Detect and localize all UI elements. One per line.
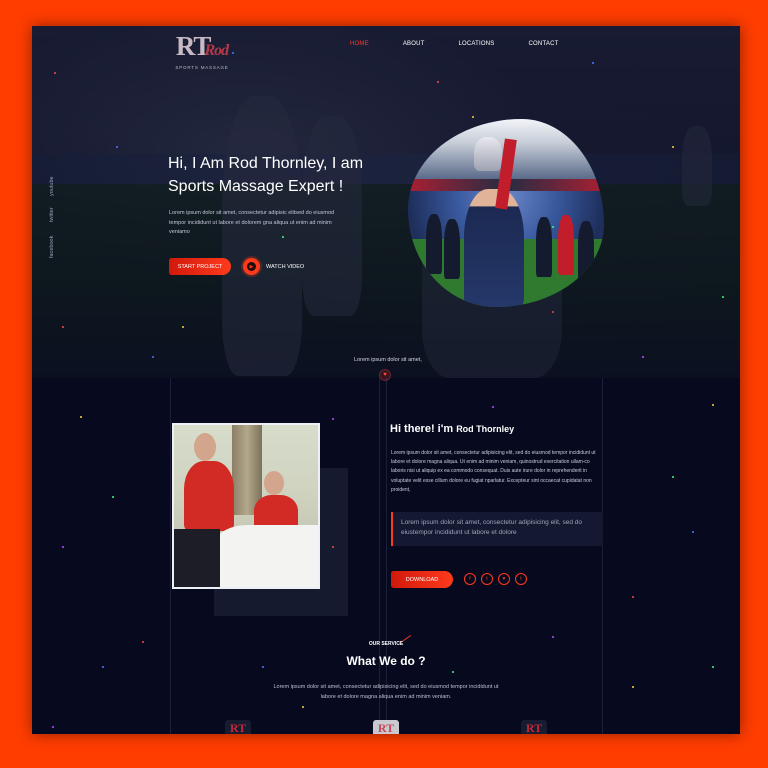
particle-dot: [282, 236, 284, 238]
service-card[interactable]: RT: [225, 720, 251, 734]
particle-dot: [552, 311, 554, 313]
particle-dot: [182, 326, 184, 328]
hero-photo-blob: [408, 119, 604, 307]
particle-dot: [54, 72, 56, 74]
particle-dot: [712, 404, 714, 406]
tumblr-icon[interactable]: t: [515, 573, 527, 585]
particle-dot: [552, 226, 554, 228]
particle-dot: [642, 356, 644, 358]
nav-locations[interactable]: LOCATIONS: [458, 41, 494, 47]
page-frame: RTRod SPORTS MASSAGE HOME ABOUT LOCATION…: [32, 26, 740, 734]
particle-dot: [722, 296, 724, 298]
twitter-icon[interactable]: t: [481, 573, 493, 585]
watch-video-button[interactable]: ▶ WATCH VIDEO: [243, 258, 304, 275]
particle-dot: [672, 146, 674, 148]
particle-dot: [152, 356, 154, 358]
heart-icon[interactable]: ♥: [498, 573, 510, 585]
hero-caption: Lorem ipsum dolor sit amet,: [354, 357, 422, 363]
social-link-facebook[interactable]: facebook: [49, 236, 55, 258]
service-card[interactable]: RT: [373, 720, 399, 734]
watch-video-label: WATCH VIDEO: [266, 263, 305, 270]
scroll-down-icon[interactable]: ♥: [379, 369, 391, 381]
play-icon: ▶: [243, 258, 260, 275]
particle-dot: [102, 666, 104, 668]
particle-dot: [632, 686, 634, 688]
particle-dot: [632, 596, 634, 598]
service-card[interactable]: RT: [521, 720, 547, 734]
particle-dot: [592, 62, 594, 64]
grid-line: [170, 378, 171, 734]
start-project-button[interactable]: START PROJECT: [169, 258, 231, 275]
grid-line: [379, 378, 380, 734]
particle-dot: [492, 406, 494, 408]
particle-dot: [452, 671, 454, 673]
particle-dot: [692, 531, 694, 533]
about-quote: Lorem ipsum dolor sit amet, consectetur …: [391, 512, 603, 546]
services-title: What We do ?: [346, 654, 426, 668]
nav-contact[interactable]: CONTACT: [529, 41, 559, 47]
hero-section: RTRod SPORTS MASSAGE HOME ABOUT LOCATION…: [32, 26, 740, 378]
particle-dot: [552, 636, 554, 638]
hero-description: Lorem ipsum dolor sit amet, consectetur …: [169, 210, 335, 235]
particle-dot: [712, 666, 714, 668]
download-button[interactable]: DOWNLOAD: [391, 571, 453, 588]
particle-dot: [672, 476, 674, 478]
particle-dot: [232, 52, 234, 54]
about-description: Lorem ipsum dolor sit amet, consectetur …: [391, 450, 596, 493]
particle-dot: [62, 326, 64, 328]
particle-dot: [302, 706, 304, 708]
logo-mark: RTRod: [175, 31, 229, 61]
particle-dot: [142, 641, 144, 643]
nav-home[interactable]: HOME: [350, 41, 369, 47]
about-photo: [172, 423, 320, 589]
particle-dot: [332, 546, 334, 548]
nav-about[interactable]: ABOUT: [403, 41, 425, 47]
services-kicker: OUR SERVICE: [368, 641, 404, 647]
particle-dot: [62, 546, 64, 548]
site-logo[interactable]: RTRod SPORTS MASSAGE: [172, 31, 232, 70]
facebook-icon[interactable]: f: [464, 573, 476, 585]
side-social-links: youtube twitter facebook: [49, 176, 63, 266]
particle-dot: [262, 666, 264, 668]
trophy-image: [474, 137, 502, 171]
logo-tagline: SPORTS MASSAGE: [175, 65, 229, 70]
particle-dot: [437, 81, 439, 83]
hero-title: Hi, I Am Rod Thornley, I am Sports Massa…: [168, 155, 364, 195]
grid-line: [386, 378, 387, 734]
social-link-twitter[interactable]: twitter: [49, 207, 55, 222]
particle-dot: [332, 418, 334, 420]
particle-dot: [472, 116, 474, 118]
grid-line: [602, 378, 603, 734]
particle-dot: [80, 416, 82, 418]
services-description: Lorem ipsum dolor sit amet, consectetur …: [273, 684, 499, 700]
hero-overlay: [32, 26, 740, 378]
main-nav: HOME ABOUT LOCATIONS CONTACT: [350, 41, 592, 47]
social-link-youtube[interactable]: youtube: [49, 176, 55, 196]
particle-dot: [112, 496, 114, 498]
particle-dot: [52, 726, 54, 728]
particle-dot: [116, 146, 118, 148]
about-title: Hi there! i'm Rod Thornley: [390, 423, 515, 435]
about-social-links: f t ♥ t: [464, 573, 527, 585]
